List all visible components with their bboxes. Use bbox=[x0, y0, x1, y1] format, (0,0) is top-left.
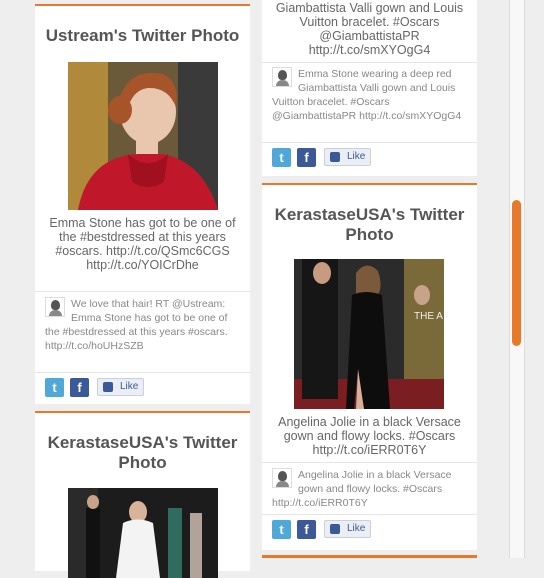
share-actions: t f Like bbox=[45, 378, 245, 398]
photo-card-kerastase-2: KerastaseUSA's Twitter Photo THE A Angel… bbox=[262, 183, 477, 550]
tweet-body: Emma Stone wearing a deep red Giambattis… bbox=[272, 68, 462, 122]
tweet-text: Angelina Jolie in a black Versace gown a… bbox=[272, 468, 472, 510]
divider bbox=[262, 514, 477, 515]
card-title: KerastaseUSA's Twitter Photo bbox=[274, 205, 465, 244]
divider bbox=[35, 372, 250, 373]
twitter-avatar[interactable] bbox=[45, 297, 65, 317]
like-thumb-icon bbox=[330, 152, 340, 162]
photo-angelina-jolie[interactable]: THE A bbox=[294, 259, 444, 409]
divider bbox=[262, 462, 477, 463]
tweet-body: Angelina Jolie in a black Versace gown a… bbox=[272, 469, 452, 509]
share-actions: t f Like bbox=[272, 148, 472, 168]
divider bbox=[35, 291, 250, 292]
tweet-body: We love that hair! RT @Ustream: Emma Sto… bbox=[45, 298, 228, 352]
photo-watermark: THE A bbox=[414, 311, 443, 322]
photo-red-carpet[interactable] bbox=[68, 488, 218, 578]
like-button[interactable]: Like bbox=[97, 378, 144, 396]
like-button[interactable]: Like bbox=[324, 520, 371, 538]
facebook-icon[interactable]: f bbox=[297, 148, 316, 167]
like-label: Like bbox=[120, 381, 139, 392]
twitter-icon[interactable]: t bbox=[272, 148, 291, 167]
twitter-icon[interactable]: t bbox=[45, 378, 64, 397]
like-thumb-icon bbox=[330, 524, 340, 534]
photo-card-emma-valli: Giambattista Valli gown and Louis Vuitto… bbox=[262, 0, 477, 176]
photo-emma-stone[interactable] bbox=[68, 62, 218, 210]
tweet-text: We love that hair! RT @Ustream: Emma Sto… bbox=[45, 297, 240, 353]
card-title: Ustream's Twitter Photo bbox=[45, 26, 240, 45]
photo-caption: Angelina Jolie in a black Versace gown a… bbox=[278, 415, 461, 457]
twitter-icon[interactable]: t bbox=[272, 520, 291, 539]
photo-caption: Emma Stone has got to be one of the #bes… bbox=[49, 216, 236, 272]
card-title: KerastaseUSA's Twitter Photo bbox=[47, 433, 238, 472]
tweet-text: Emma Stone wearing a deep red Giambattis… bbox=[272, 67, 472, 123]
twitter-avatar[interactable] bbox=[272, 67, 292, 87]
twitter-avatar[interactable] bbox=[272, 468, 292, 488]
like-button[interactable]: Like bbox=[324, 148, 371, 166]
facebook-icon[interactable]: f bbox=[70, 378, 89, 397]
facebook-icon[interactable]: f bbox=[297, 520, 316, 539]
scrollbar-thumb[interactable] bbox=[512, 200, 521, 346]
photo-card-kerastase-1: KerastaseUSA's Twitter Photo bbox=[35, 411, 250, 578]
like-label: Like bbox=[347, 151, 366, 162]
like-thumb-icon bbox=[103, 382, 113, 392]
photo-card-ustream: Ustream's Twitter Photo Emma Stone has g… bbox=[35, 4, 250, 404]
divider bbox=[262, 62, 477, 63]
photo-caption: Giambattista Valli gown and Louis Vuitto… bbox=[275, 1, 464, 57]
divider bbox=[262, 142, 477, 143]
share-actions: t f Like bbox=[272, 520, 472, 540]
like-label: Like bbox=[347, 523, 366, 534]
